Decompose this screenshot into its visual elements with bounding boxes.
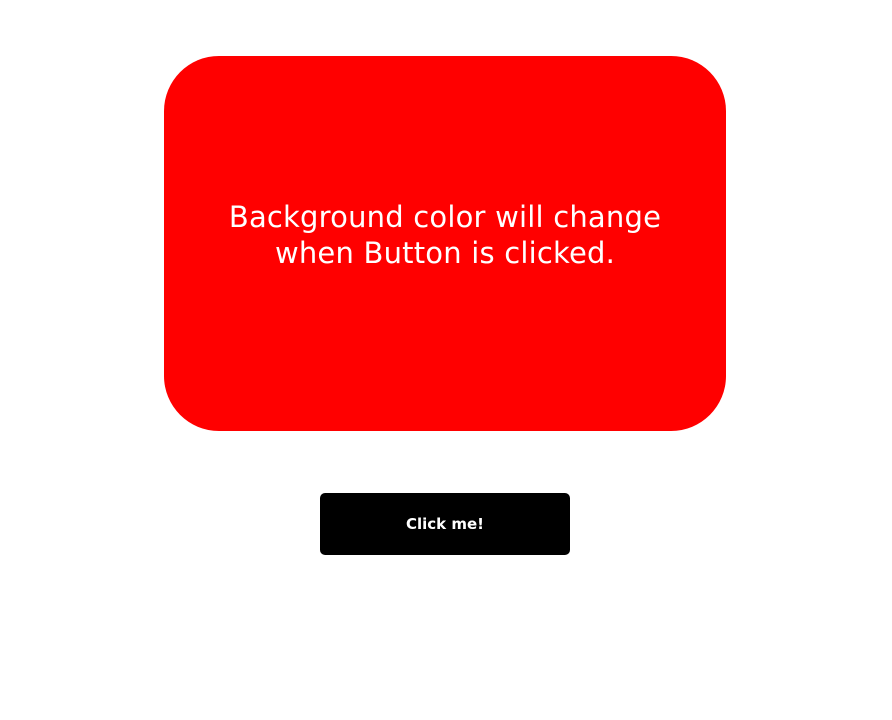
- page: Background color will change when Button…: [0, 0, 892, 720]
- color-change-box: Background color will change when Button…: [164, 56, 726, 431]
- click-me-button[interactable]: Click me!: [320, 493, 570, 555]
- color-box-message: Background color will change when Button…: [228, 199, 662, 270]
